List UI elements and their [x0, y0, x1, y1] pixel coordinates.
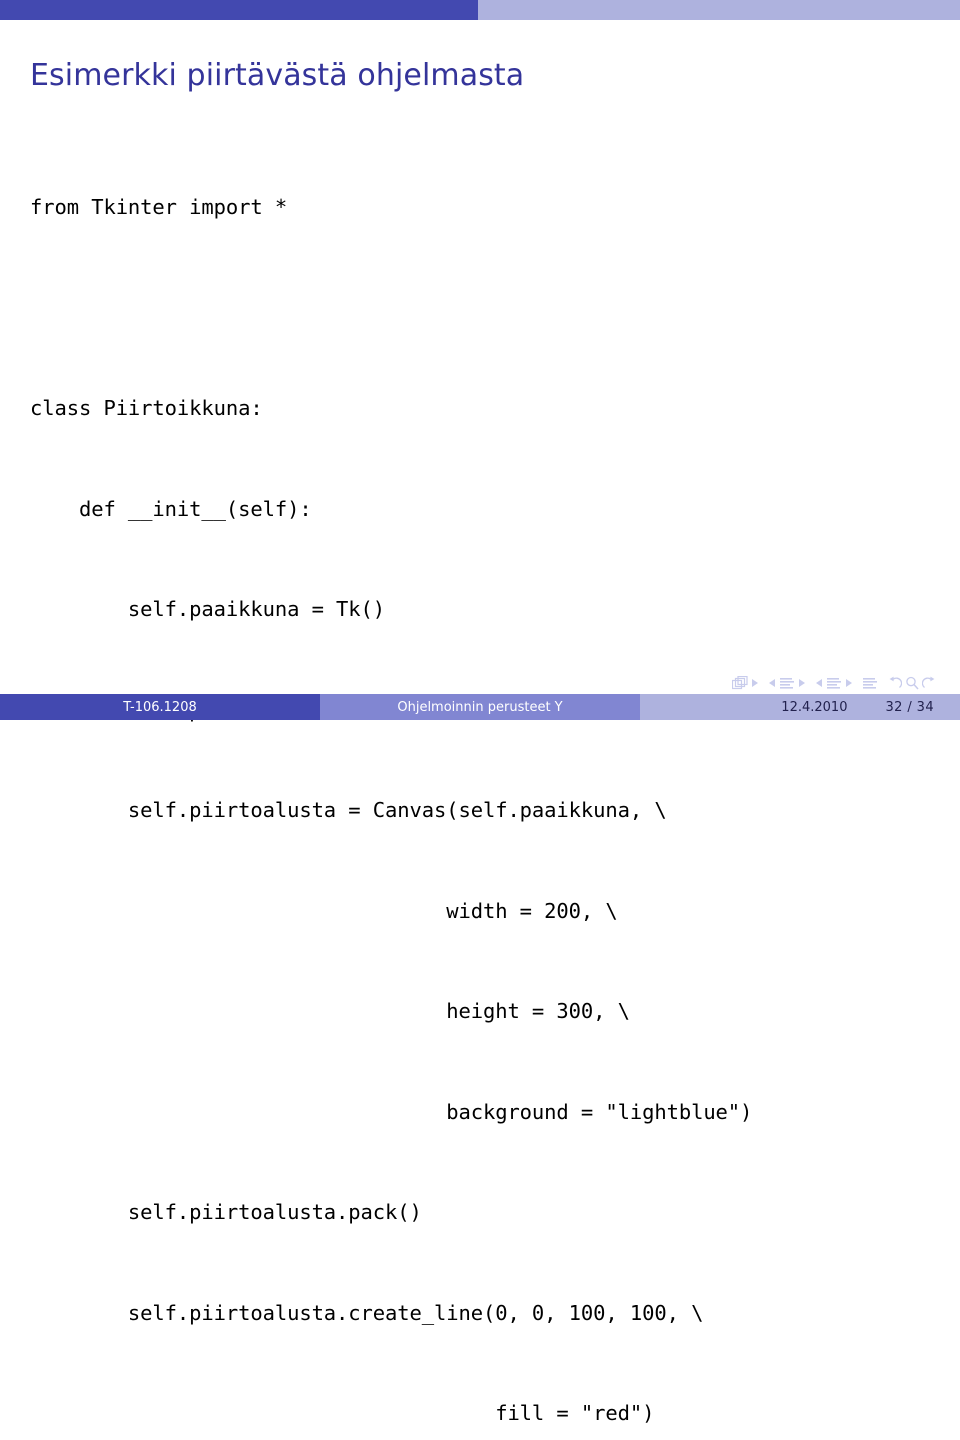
- footer-bar: T-106.1208 Ohjelmoinnin perusteet Y 12.4…: [0, 694, 960, 720]
- nav-group-frame[interactable]: [768, 677, 806, 690]
- prev-frame-icon[interactable]: [768, 678, 776, 688]
- footer-date: 12.4.2010: [781, 699, 848, 715]
- code-line: def __init__(self):: [30, 496, 312, 521]
- header-bar-right-segment: [478, 0, 960, 20]
- back-icon[interactable]: [887, 676, 902, 690]
- next-subsection-icon[interactable]: [845, 678, 853, 688]
- prev-subsection-icon[interactable]: [815, 678, 823, 688]
- next-frame-icon[interactable]: [798, 678, 806, 688]
- footer-page-number: 32 / 34: [885, 699, 934, 715]
- nav-group-subsection[interactable]: [815, 677, 853, 690]
- code-line: height = 300, \: [30, 999, 630, 1023]
- footer-meta-segment: 12.4.2010 32 / 34: [640, 694, 960, 720]
- slides-icon[interactable]: [732, 676, 748, 690]
- frame-icon[interactable]: [779, 677, 795, 690]
- code-line: self.paaikkuna = Tk(): [30, 597, 386, 621]
- subsection-icon[interactable]: [826, 677, 842, 690]
- nav-group-slide[interactable]: [732, 676, 759, 690]
- code-line: background = "lightblue"): [30, 1099, 753, 1124]
- code-line: self.piirtoalusta = Canvas(self.paaikkun…: [30, 798, 667, 822]
- slide-title: Esimerkki piirtävästä ohjelmasta: [30, 58, 525, 94]
- code-line: self.piirtoalusta.pack(): [30, 1200, 422, 1224]
- nav-group-section[interactable]: [862, 677, 878, 690]
- code-line: width = 200, \: [30, 898, 618, 923]
- presentation-slide: Esimerkki piirtävästä ohjelmasta from Tk…: [0, 0, 960, 1425]
- next-slide-icon[interactable]: [751, 678, 759, 688]
- section-icon[interactable]: [862, 677, 878, 690]
- code-line: self.piirtoalusta.create_line(0, 0, 100,…: [30, 1300, 704, 1325]
- code-line: from Tkinter import *: [30, 195, 288, 219]
- code-line: fill = "red"): [30, 1401, 655, 1425]
- search-icon[interactable]: [905, 676, 919, 690]
- code-listing: from Tkinter import * class Piirtoikkuna…: [30, 124, 950, 1440]
- footer-course-name-segment: Ohjelmoinnin perusteet Y: [320, 694, 640, 720]
- header-bar: [0, 0, 960, 20]
- header-bar-left-segment: [0, 0, 478, 20]
- beamer-navigation-symbols[interactable]: [732, 676, 946, 690]
- forward-icon[interactable]: [922, 676, 937, 690]
- footer-course-name: Ohjelmoinnin perusteet Y: [397, 699, 563, 715]
- code-line: class Piirtoikkuna:: [30, 396, 263, 420]
- nav-group-history[interactable]: [887, 676, 937, 690]
- header-divider: [0, 20, 960, 22]
- footer-course-code-segment: T-106.1208: [0, 694, 320, 720]
- footer-course-code: T-106.1208: [123, 699, 197, 715]
